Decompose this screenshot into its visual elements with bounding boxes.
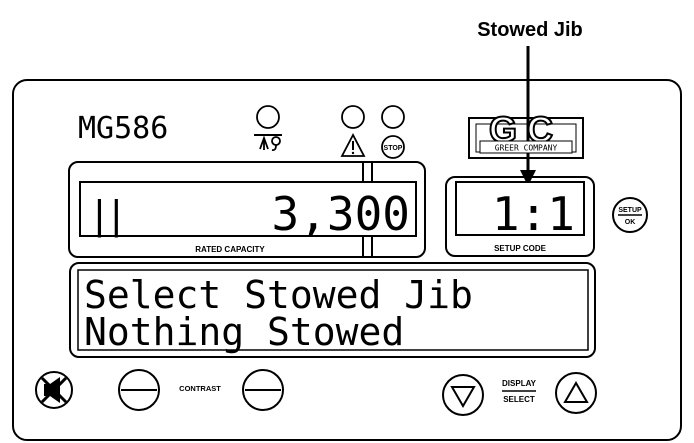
anti-two-block-icon: [254, 134, 282, 152]
setup-ok-button[interactable]: SETUP OK: [612, 197, 648, 233]
logo-company-name: GREER COMPANY: [495, 144, 558, 153]
message-display: Select Stowed Jib Nothing Stowed: [69, 262, 596, 358]
scroll-up-button[interactable]: [555, 372, 597, 414]
model-label: MG586: [78, 111, 168, 146]
crane-monitor-panel-diagram: Stowed Jib MG586 STOP GC GREER COMPANY |…: [12, 19, 682, 441]
display-select-top: DISPLAY: [502, 379, 537, 388]
setup-code-value: 1:1: [492, 187, 575, 241]
display-select-bottom: SELECT: [503, 395, 535, 404]
scroll-down-button[interactable]: [442, 374, 484, 416]
contrast-decrease-button[interactable]: [118, 369, 160, 411]
warning-lamp: [340, 105, 366, 157]
contrast-label: CONTRAST: [179, 384, 221, 393]
warning-triangle-icon: [340, 133, 366, 157]
contrast-increase-button[interactable]: [242, 369, 284, 411]
greer-company-logo: GC GREER COMPANY: [468, 108, 584, 159]
anti-two-block-lamp: [254, 105, 282, 152]
horn-muted-icon: [40, 376, 68, 404]
setup-code-label: SETUP CODE: [494, 244, 547, 253]
capacity-label: RATED CAPACITY: [195, 245, 265, 254]
callout-label: Stowed Jib: [477, 19, 583, 41]
message-line-2: Nothing Stowed: [84, 310, 404, 354]
setup-code-display: 1:1 SETUP CODE: [445, 176, 595, 257]
capacity-value: 3,300: [272, 187, 410, 241]
stop-icon-label: STOP: [384, 145, 403, 152]
stop-lamp: STOP: [381, 105, 405, 159]
setup-button-top: SETUP: [618, 207, 642, 214]
up-arrow-icon: [563, 381, 589, 403]
down-arrow-icon: [450, 386, 476, 408]
mute-button[interactable]: [35, 371, 73, 409]
capacity-bar: ||: [88, 193, 122, 238]
setup-button-bottom: OK: [625, 219, 636, 226]
